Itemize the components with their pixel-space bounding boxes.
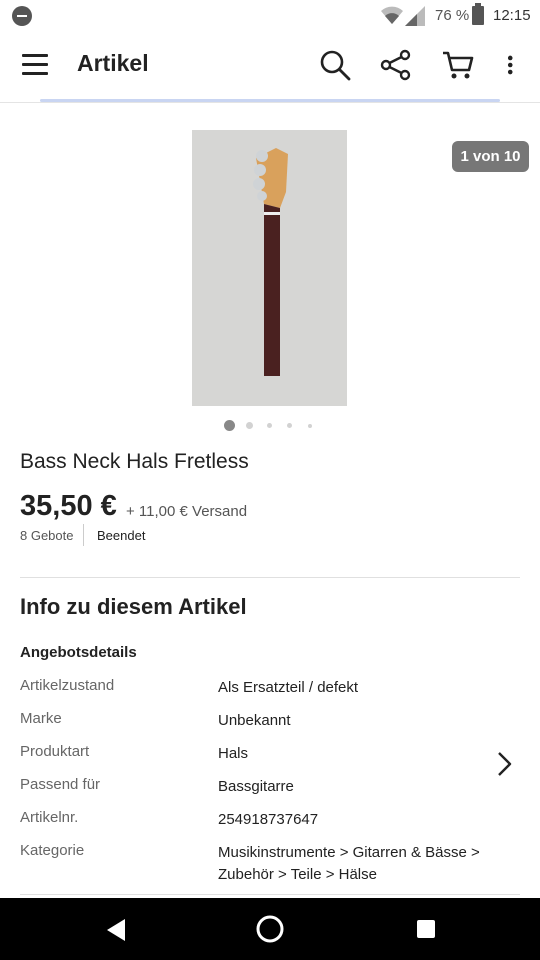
listing-status: Beendet <box>97 528 146 543</box>
image-counter-badge: 1 von 10 <box>452 141 529 172</box>
subsection-heading: Angebotsdetails <box>20 644 137 661</box>
share-icon[interactable] <box>379 48 413 82</box>
divider <box>20 894 520 895</box>
detail-label: Passend für <box>20 776 101 793</box>
navigation-bar <box>0 898 540 960</box>
detail-label: Artikelnr. <box>20 809 79 826</box>
detail-label: Marke <box>20 710 62 727</box>
shipping-cost: + 11,00 € Versand <box>126 503 248 520</box>
detail-value: Bassgitarre <box>218 778 294 795</box>
wifi-icon <box>381 6 403 24</box>
more-options-icon[interactable] <box>497 48 527 82</box>
pagination-dot[interactable] <box>246 422 253 429</box>
pagination-dot[interactable] <box>308 424 312 428</box>
detail-label: Produktart <box>20 743 90 760</box>
detail-value: 254918737647 <box>218 811 319 828</box>
cart-icon[interactable] <box>441 48 475 82</box>
detail-value: Unbekannt <box>218 712 291 729</box>
signal-icon <box>405 6 425 26</box>
product-title: Bass Neck Hals Fretless <box>20 450 249 473</box>
battery-icon <box>472 3 484 25</box>
detail-value: Als Ersatzteil / defekt <box>218 679 359 696</box>
detail-value: Musikinstrumente > Gitarren & Bässe > Zu… <box>218 844 480 883</box>
divider <box>83 524 84 546</box>
chevron-right-icon[interactable] <box>493 750 515 778</box>
accent-bar <box>40 99 500 102</box>
product-image[interactable] <box>192 130 347 406</box>
status-bar: 76 % 12:15 <box>0 0 540 32</box>
menu-icon[interactable] <box>22 54 48 76</box>
divider <box>20 577 520 578</box>
section-heading: Info zu diesem Artikel <box>20 594 247 619</box>
pagination-dot[interactable] <box>224 420 235 431</box>
recent-apps-icon[interactable] <box>417 920 435 938</box>
detail-label: Artikelzustand <box>20 677 115 694</box>
pagination-dot[interactable] <box>267 423 272 428</box>
search-icon[interactable] <box>318 48 352 82</box>
app-bar: Artikel <box>0 32 540 103</box>
home-icon[interactable] <box>255 914 285 944</box>
detail-label: Kategorie <box>20 842 85 859</box>
back-icon[interactable] <box>105 918 127 942</box>
pagination-dot[interactable] <box>287 423 292 428</box>
bid-count[interactable]: 8 Gebote <box>20 528 74 543</box>
battery-percentage: 76 % <box>435 7 470 24</box>
do-not-disturb-icon <box>12 6 32 26</box>
bass-neck-photo <box>192 130 347 406</box>
price: 35,50 € <box>20 490 117 522</box>
clock: 12:15 <box>493 7 531 24</box>
page-title: Artikel <box>77 50 149 76</box>
detail-value: Hals <box>218 745 249 762</box>
